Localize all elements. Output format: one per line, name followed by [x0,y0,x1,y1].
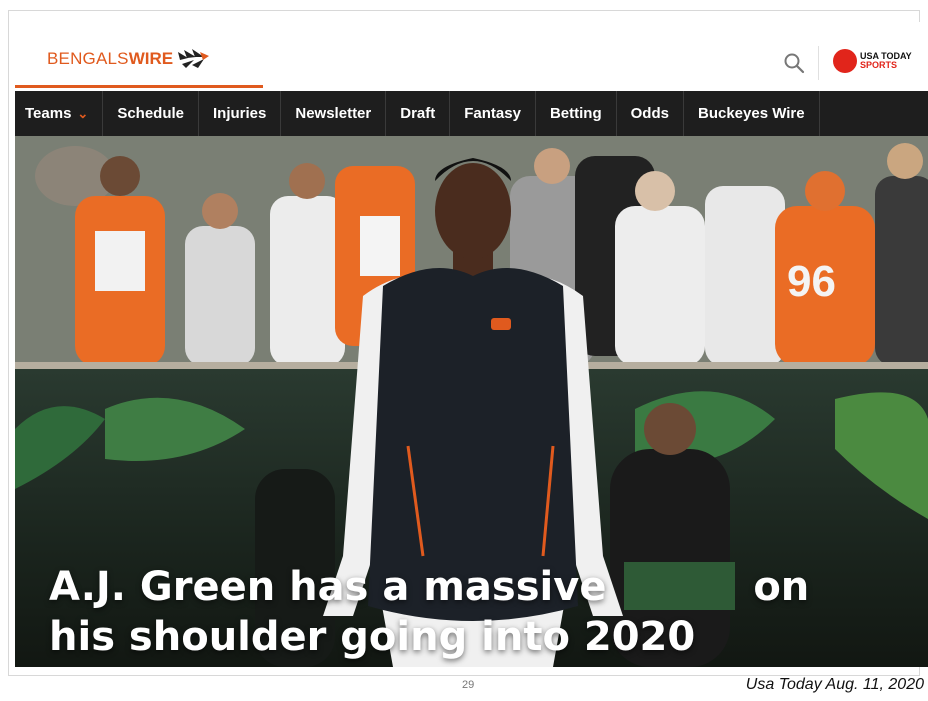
nav-item-odds[interactable]: Odds [617,91,684,136]
nav-item-schedule[interactable]: Schedule [103,91,200,136]
nav-item-betting[interactable]: Betting [536,91,617,136]
headline-part1: A.J. Green has a massive [49,564,607,610]
nav-item-buckeyes-wire[interactable]: Buckeyes Wire [684,91,820,136]
source-credit: Usa Today Aug. 11, 2020 [745,676,924,693]
site-header: BENGALS WIRE USA TODAY SPORTS [15,22,928,88]
logo-text-bengals: BENGALS [47,49,129,68]
usa-today-text: USA TODAY SPORTS [860,52,912,70]
header-divider [818,46,819,80]
site-logo[interactable]: BENGALS WIRE [47,48,210,70]
headline-line2: his shoulder going into 2020 [49,614,696,660]
sports-label: SPORTS [860,60,898,70]
headline-part2: on [753,564,810,610]
nav-item-injuries[interactable]: Injuries [199,91,282,136]
hero-image[interactable]: 96 A.J. Green has a massive on his shoul… [15,136,928,667]
logo-underline [15,85,263,88]
nav-label: Teams [25,105,72,122]
search-icon[interactable] [783,52,805,74]
nav-item-draft[interactable]: Draft [386,91,451,136]
chevron-down-icon: ⌄ [77,105,89,121]
usa-today-sports-logo[interactable]: USA TODAY SPORTS [833,49,912,73]
website-screenshot: BENGALS WIRE USA TODAY SPORTS Teams ⌄ Sc… [15,22,928,667]
nav-item-teams[interactable]: Teams ⌄ [15,91,104,136]
nav-item-newsletter[interactable]: Newsletter [281,91,387,136]
nav-item-fantasy[interactable]: Fantasy [450,91,536,136]
slide-page-number: 29 [462,679,475,691]
jersey-number: 96 [787,257,836,306]
article-headline[interactable]: A.J. Green has a massive on his shoulder… [49,562,809,662]
tiger-stripes-icon [178,49,210,68]
usa-today-dot-icon [833,49,857,73]
main-nav: Teams ⌄ Schedule Injuries Newsletter Dra… [15,91,928,136]
redaction-box [624,562,736,610]
logo-text-wire: WIRE [128,49,174,68]
